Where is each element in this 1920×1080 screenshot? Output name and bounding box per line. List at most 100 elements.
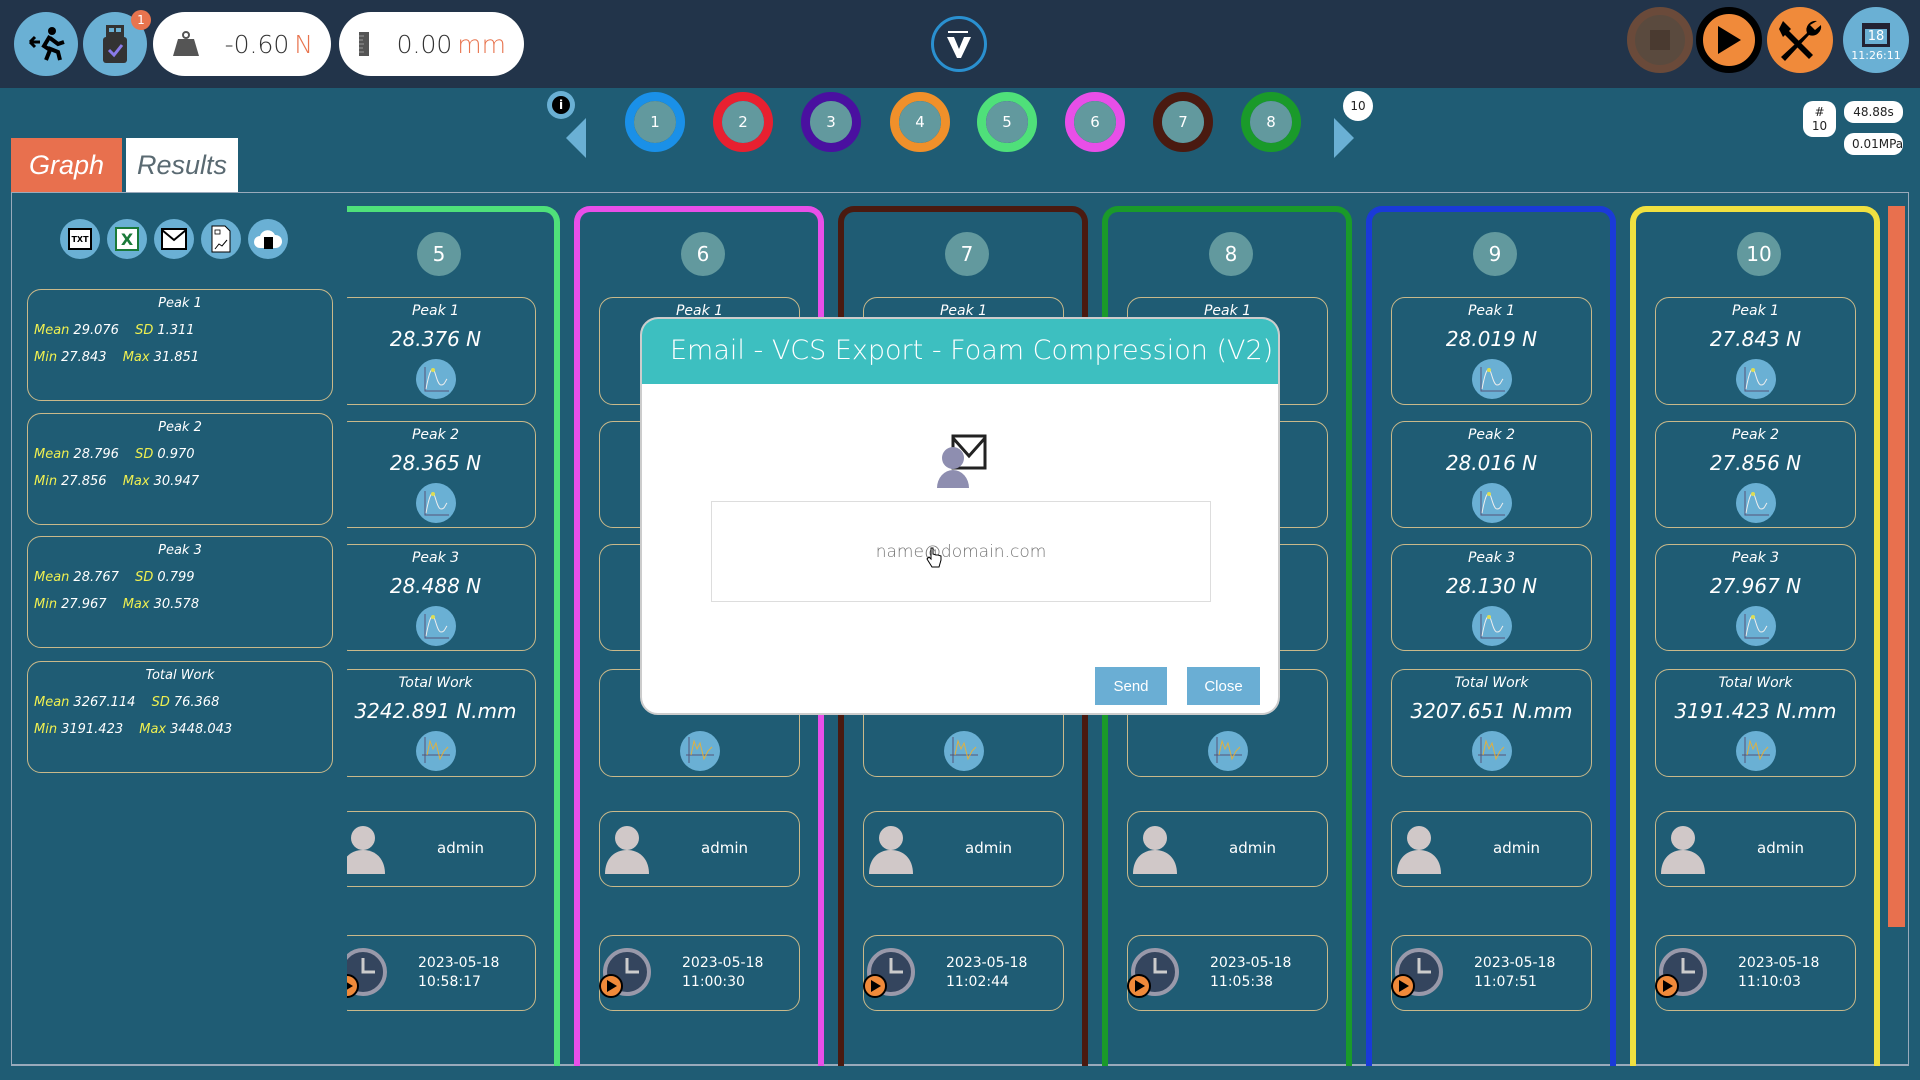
report-icon — [211, 225, 231, 253]
horizontal-scrollbar[interactable] — [1888, 206, 1905, 927]
result-card: Peak 1 27.843 N — [1655, 297, 1856, 405]
peak-graph-icon[interactable] — [1735, 483, 1776, 523]
tab-graph[interactable]: Graph — [11, 138, 122, 192]
txt-file-icon: TXT — [68, 228, 92, 250]
export-cloud-button[interactable] — [248, 219, 288, 259]
date: 2023-05-18 — [1210, 955, 1292, 971]
tools-button[interactable] — [1767, 7, 1833, 73]
stop-icon — [1650, 30, 1670, 50]
max-value: 30.947 — [153, 474, 200, 489]
sample-nav-1[interactable]: 1 — [625, 92, 685, 152]
peak-graph-icon[interactable] — [1735, 606, 1776, 646]
user-name: admin — [965, 839, 1012, 857]
min-value: 27.967 — [61, 597, 107, 612]
clock-play-icon[interactable] — [1653, 946, 1709, 1002]
sd-label: SD — [135, 570, 154, 585]
calendar-clock[interactable]: 18 11:26:11 — [1843, 7, 1909, 73]
export-excel-button[interactable]: X — [107, 219, 147, 259]
start-button[interactable] — [1696, 7, 1762, 73]
user-name: admin — [437, 839, 484, 857]
stop-button[interactable] — [1627, 7, 1693, 73]
result-card: Peak 3 28.130 N — [1391, 544, 1592, 651]
export-txt-button[interactable]: TXT — [60, 219, 100, 259]
app-logo — [931, 16, 987, 72]
info-button[interactable]: i — [547, 91, 575, 119]
peak-graph-icon[interactable] — [415, 606, 456, 646]
sd-label: SD — [135, 323, 154, 338]
prev-arrow-button[interactable] — [566, 118, 588, 158]
next-arrow-button[interactable] — [1332, 118, 1354, 158]
user-card: admin — [347, 811, 536, 887]
clock-time: 11:26:11 — [1851, 48, 1901, 62]
force-readout: -0.60 N — [153, 12, 331, 76]
summary-card: Peak 1 Mean 29.076 SD 1.311 Min 27.843 Max 3… — [27, 289, 333, 401]
user-icon — [1133, 826, 1177, 874]
send-button[interactable]: Send — [1095, 667, 1167, 705]
mean-value: 3267.114 — [73, 695, 136, 710]
clock-play-icon[interactable] — [1125, 946, 1181, 1002]
result-value: 3191.423 N.mm — [1674, 699, 1837, 723]
summary-card: Peak 3 Mean 28.767 SD 0.799 Min 27.967 Max 3… — [27, 536, 333, 648]
result-label: Total Work — [1454, 675, 1529, 691]
min-value: 27.856 — [61, 474, 107, 489]
work-graph-icon[interactable] — [1735, 731, 1776, 771]
work-graph-icon[interactable] — [415, 731, 456, 771]
export-report-button[interactable] — [201, 219, 241, 259]
peak-graph-icon[interactable] — [1471, 606, 1512, 646]
clock-play-icon[interactable] — [597, 946, 653, 1002]
sample-nav-5[interactable]: 5 — [977, 92, 1037, 152]
sample-nav-label: 4 — [899, 101, 941, 143]
envelope-icon — [161, 228, 187, 250]
result-card: Peak 2 28.016 N — [1391, 421, 1592, 528]
peak-graph-icon[interactable] — [415, 359, 456, 399]
clock-play-icon[interactable] — [861, 946, 917, 1002]
sample-number: 9 — [1473, 232, 1517, 276]
peak-graph-icon[interactable] — [415, 483, 456, 523]
exit-button[interactable] — [14, 12, 78, 76]
info-icon: i — [552, 96, 570, 114]
displacement-readout: 0.00 mm — [339, 12, 524, 76]
summary-title: Peak 3 — [158, 543, 202, 558]
sample-nav-7[interactable]: 7 — [1153, 92, 1213, 152]
work-graph-icon[interactable] — [943, 731, 984, 771]
close-button[interactable]: Close — [1187, 667, 1260, 705]
date: 2023-05-18 — [1738, 955, 1820, 971]
email-input[interactable] — [711, 501, 1211, 602]
work-graph-icon[interactable] — [679, 731, 720, 771]
sample-nav-6[interactable]: 6 — [1065, 92, 1125, 152]
result-value: 3207.651 N.mm — [1410, 699, 1573, 723]
usb-button[interactable]: 1 — [83, 10, 151, 76]
result-card: Peak 1 28.019 N — [1391, 297, 1592, 405]
sample-nav-8[interactable]: 8 — [1241, 92, 1301, 152]
sample-nav-4[interactable]: 4 — [890, 92, 950, 152]
sd-value: 1.311 — [157, 323, 195, 338]
mean-value: 28.796 — [73, 447, 119, 462]
tab-results[interactable]: Results — [126, 138, 238, 192]
peak-graph-icon[interactable] — [1735, 359, 1776, 399]
displacement-unit: mm — [457, 29, 506, 59]
result-value: 27.856 N — [1709, 451, 1802, 475]
export-email-button[interactable] — [154, 219, 194, 259]
work-graph-icon[interactable] — [1207, 731, 1248, 771]
sample-nav-2[interactable]: 2 — [713, 92, 773, 152]
sample-nav-label: 3 — [810, 101, 852, 143]
usb-notification-badge: 1 — [131, 10, 151, 30]
peak-graph-icon[interactable] — [1471, 483, 1512, 523]
mean-label: Mean — [34, 323, 70, 338]
result-label: Total Work — [398, 675, 473, 691]
sample-number: 10 — [1737, 232, 1781, 276]
work-graph-icon[interactable] — [1471, 731, 1512, 771]
min-value: 27.843 — [61, 350, 107, 365]
result-label: Peak 1 — [1731, 303, 1780, 319]
mean-label: Mean — [34, 447, 70, 462]
time: 11:07:51 — [1474, 974, 1537, 990]
test-number-badge: # 10 — [1803, 101, 1836, 137]
clock-play-icon[interactable] — [347, 946, 389, 1002]
sample-nav-3[interactable]: 3 — [801, 92, 861, 152]
clock-play-icon[interactable] — [1389, 946, 1445, 1002]
sd-value: 0.799 — [157, 570, 195, 585]
date: 2023-05-18 — [418, 955, 500, 971]
sample-column-5: 5 Peak 1 28.376 N Peak 2 28.365 N Peak 3… — [347, 206, 560, 1066]
summary-title: Peak 2 — [158, 420, 202, 435]
peak-graph-icon[interactable] — [1471, 359, 1512, 399]
